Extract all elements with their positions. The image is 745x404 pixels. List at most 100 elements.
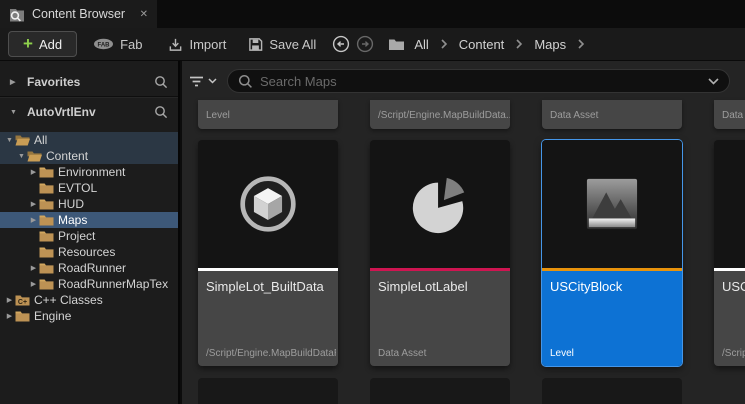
asset-name-label: USCityBlock (550, 279, 674, 294)
expander-right-icon[interactable]: ▶ (28, 168, 39, 176)
sidebar-item-maps[interactable]: ▶ Maps (0, 212, 178, 228)
add-label: Add (39, 37, 62, 52)
asset-tile-uscit[interactable]: USCit/Script (714, 140, 745, 366)
open-folder-icon (27, 150, 42, 162)
tree-item-label: HUD (58, 197, 84, 211)
folder-tree: ▼All▼Content▶EnvironmentEVTOL▶HUD▶MapsPr… (0, 132, 178, 324)
data-asset-pie-icon (370, 140, 510, 268)
folder-icon (39, 262, 54, 274)
asset-type-label: /Script (722, 348, 745, 359)
asset-tile-uscityblock[interactable]: USCityBlockLevel (542, 140, 682, 366)
chevron-right-icon (515, 39, 523, 49)
breadcrumb-item-maps[interactable]: Maps (534, 37, 566, 52)
fab-button[interactable]: FAB Fab (93, 37, 142, 52)
expander-right-icon[interactable]: ▶ (28, 216, 39, 224)
tree-item-label: Maps (58, 213, 87, 227)
tree-item-label: RoadRunnerMapTex (58, 277, 168, 291)
sidebar-item-resources[interactable]: Resources (0, 244, 178, 260)
forward-button[interactable] (356, 35, 374, 53)
search-icon[interactable] (154, 75, 168, 89)
asset-tile-footer: SimpleLotLabelData Asset (370, 271, 510, 366)
back-button[interactable] (332, 35, 350, 53)
sidebar-item-roadrunner[interactable]: ▶ RoadRunner (0, 260, 178, 276)
asset-type-label: Data Asset (550, 110, 598, 121)
folder-icon (39, 182, 54, 194)
tab-title: Content Browser (32, 7, 125, 21)
svg-text:C+: C+ (18, 299, 27, 306)
expander-right-icon[interactable]: ▶ (28, 280, 39, 288)
add-button[interactable]: + Add (8, 31, 77, 57)
sidebar-item-all[interactable]: ▼All (0, 132, 178, 148)
asset-tile-partial-top[interactable]: Data Asset (714, 100, 745, 129)
asset-type-label: Data Asset (722, 110, 745, 121)
toolbar: + Add FAB Fab Import Save All All Content… (0, 28, 745, 61)
breadcrumb-item-all[interactable]: All (414, 37, 428, 52)
breadcrumb: All Content Maps (414, 37, 596, 52)
sidebar-item-hud[interactable]: ▶ HUD (0, 196, 178, 212)
sidebar-item-project[interactable]: Project (0, 228, 178, 244)
asset-tile-partial-bottom[interactable] (542, 378, 682, 404)
asset-type-label: Level (206, 110, 230, 121)
filter-button[interactable] (189, 75, 217, 88)
search-input[interactable] (260, 74, 701, 89)
expander-down-icon: ▼ (10, 109, 19, 116)
sidebar-item-environment[interactable]: ▶Environment (0, 164, 178, 180)
asset-tile-partial-bottom[interactable] (370, 378, 510, 404)
tree-item-label: Engine (34, 309, 71, 323)
asset-tile-partial-top[interactable]: Level (198, 100, 338, 129)
asset-tile-partial-top[interactable]: Data Asset (542, 100, 682, 129)
expander-down-icon[interactable]: ▼ (16, 153, 27, 160)
collection-section-header[interactable]: ▼ AutoVrtlEnv (0, 98, 178, 126)
asset-tile-partial-top[interactable]: /Script/Engine.MapBuildData... (370, 100, 510, 129)
sidebar-item-engine[interactable]: ▶ Engine (0, 308, 178, 324)
asset-tile-footer: USCityBlockLevel (542, 271, 682, 366)
asset-tile-simplelot-builtdata[interactable]: SimpleLot_BuiltData/Script/Engine.MapBui… (198, 140, 338, 366)
search-icon[interactable] (154, 105, 168, 119)
folder-icon (39, 246, 54, 258)
asset-tile-partial-bottom[interactable] (198, 378, 338, 404)
search-row (189, 68, 730, 94)
tree-item-label: RoadRunner (58, 261, 126, 275)
import-label: Import (189, 37, 226, 52)
expander-right-icon[interactable]: ▶ (4, 296, 15, 304)
expander-right-icon[interactable]: ▶ (28, 200, 39, 208)
import-button[interactable]: Import (168, 37, 226, 52)
breadcrumb-folder-icon (388, 38, 405, 51)
save-all-button[interactable]: Save All (248, 37, 316, 52)
folder-icon (39, 166, 54, 178)
sources-sidebar: ▶ Favorites ▼ AutoVrtlEnv ▼All▼Content▶E… (0, 61, 180, 404)
search-box[interactable] (227, 69, 730, 93)
favorites-section-header[interactable]: ▶ Favorites (0, 68, 178, 96)
saved-search-chevron-icon[interactable] (708, 78, 719, 85)
sidebar-item-content[interactable]: ▼ Content (0, 148, 178, 164)
tree-item-label: Content (46, 149, 88, 163)
folder-icon (39, 214, 54, 226)
expander-right-icon: ▶ (10, 78, 19, 86)
expander-down-icon[interactable]: ▼ (4, 137, 15, 144)
chevron-right-icon (577, 39, 585, 49)
folder-icon (39, 278, 54, 290)
asset-tile-footer: USCit/Script (714, 271, 745, 366)
level-mountains-icon (542, 140, 682, 268)
search-icon (238, 74, 253, 89)
open-folder-icon (15, 134, 30, 146)
breadcrumb-item-content[interactable]: Content (459, 37, 505, 52)
asset-tile-simplelotlabel[interactable]: SimpleLotLabelData Asset (370, 140, 510, 366)
tab-content-browser[interactable]: Content Browser ✕ (0, 0, 157, 28)
cpp-folder-icon: C+ (15, 294, 30, 306)
built-data-cube-icon (198, 140, 338, 268)
sidebar-item-c-classes[interactable]: ▶C+ C++ Classes (0, 292, 178, 308)
sidebar-item-evtol[interactable]: EVTOL (0, 180, 178, 196)
close-icon[interactable]: ✕ (140, 9, 148, 20)
asset-view: Level/Script/Engine.MapBuildData... Data … (182, 61, 745, 404)
folder-icon (39, 230, 54, 242)
asset-thumbnail (714, 140, 745, 268)
asset-name-label: SimpleLot_BuiltData (206, 279, 330, 294)
chevron-down-icon (208, 78, 217, 84)
tree-item-label: C++ Classes (34, 293, 103, 307)
svg-text:FAB: FAB (98, 42, 111, 48)
sidebar-item-roadrunnermaptex[interactable]: ▶ RoadRunnerMapTex (0, 276, 178, 292)
expander-right-icon[interactable]: ▶ (28, 264, 39, 272)
tree-item-label: Project (58, 229, 95, 243)
expander-right-icon[interactable]: ▶ (4, 312, 15, 320)
